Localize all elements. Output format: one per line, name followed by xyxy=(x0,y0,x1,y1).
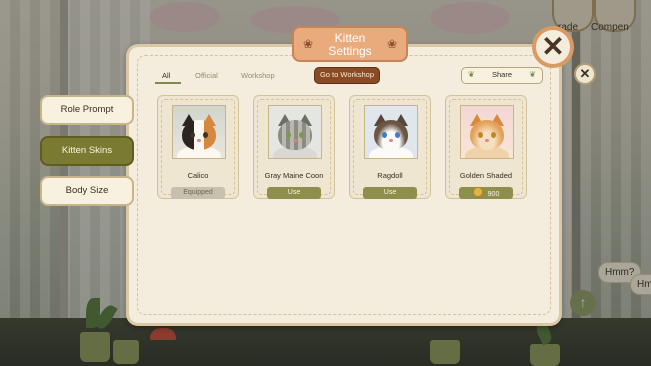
cat-head xyxy=(374,120,408,150)
active-tab-indicator xyxy=(155,82,181,84)
cat-eye xyxy=(382,132,387,138)
cat-eye xyxy=(478,132,483,138)
skin-card-golden-shaded[interactable]: Golden Shaded 900 xyxy=(445,95,527,199)
share-button[interactable]: ❦ Share ❦ xyxy=(461,67,543,84)
skin-card-ragdoll[interactable]: Ragdoll Use xyxy=(349,95,431,199)
cat-eye xyxy=(203,132,208,138)
price-value: 900 xyxy=(487,191,500,198)
paw-icon: ❀ xyxy=(302,37,314,51)
side-menu-kitten-skins[interactable]: Kitten Skins xyxy=(40,136,134,166)
side-menu-body-size[interactable]: Body Size xyxy=(40,176,134,206)
leaf-icon: ❦ xyxy=(529,70,536,79)
cat-eye xyxy=(190,132,195,138)
panel-title: ❀ Kitten Settings ❀ xyxy=(292,26,408,62)
close-icon: ✕ xyxy=(541,31,565,62)
secondary-close-button[interactable]: ✕ xyxy=(574,63,596,85)
skin-card-gray-maine-coon[interactable]: Gray Maine Coon Use xyxy=(253,95,335,199)
cat-nose xyxy=(197,139,201,142)
skin-name: Gray Maine Coon xyxy=(264,171,324,180)
coin-icon xyxy=(472,187,483,197)
skin-name: Golden Shaded xyxy=(459,171,513,180)
use-button[interactable]: Use xyxy=(267,187,321,199)
cat-eye xyxy=(286,132,291,138)
go-to-workshop-button[interactable]: Go to Workshop xyxy=(314,67,380,84)
buy-button[interactable]: 900 xyxy=(459,187,513,199)
gray-maine-coon-portrait xyxy=(268,105,322,159)
use-button[interactable]: Use xyxy=(363,187,417,199)
close-icon: ✕ xyxy=(579,66,591,81)
calico-portrait xyxy=(172,105,226,159)
ragdoll-portrait xyxy=(364,105,418,159)
equipped-badge: Equipped xyxy=(171,187,225,199)
tab-official[interactable]: Official xyxy=(195,71,218,80)
share-label: Share xyxy=(491,70,512,79)
skin-name: Calico xyxy=(187,171,209,180)
cat-eye xyxy=(491,132,496,138)
cat-nose xyxy=(293,139,297,142)
side-menu-role-prompt[interactable]: Role Prompt xyxy=(40,95,134,125)
cat-nose xyxy=(389,139,393,142)
paw-icon: ❀ xyxy=(386,37,398,51)
tab-workshop[interactable]: Workshop xyxy=(241,71,275,80)
close-button[interactable]: ✕ xyxy=(532,26,574,68)
skin-card-calico[interactable]: Calico Equipped xyxy=(157,95,239,199)
cat-head xyxy=(470,120,504,150)
leaf-icon: ❦ xyxy=(468,70,475,79)
cat-head xyxy=(278,120,312,150)
golden-shaded-portrait xyxy=(460,105,514,159)
cat-eye xyxy=(395,132,400,138)
tab-all[interactable]: All xyxy=(162,71,170,80)
cat-head xyxy=(182,120,216,150)
cat-eye xyxy=(299,132,304,138)
cat-nose xyxy=(485,139,489,142)
skin-name: Ragdoll xyxy=(377,171,403,180)
